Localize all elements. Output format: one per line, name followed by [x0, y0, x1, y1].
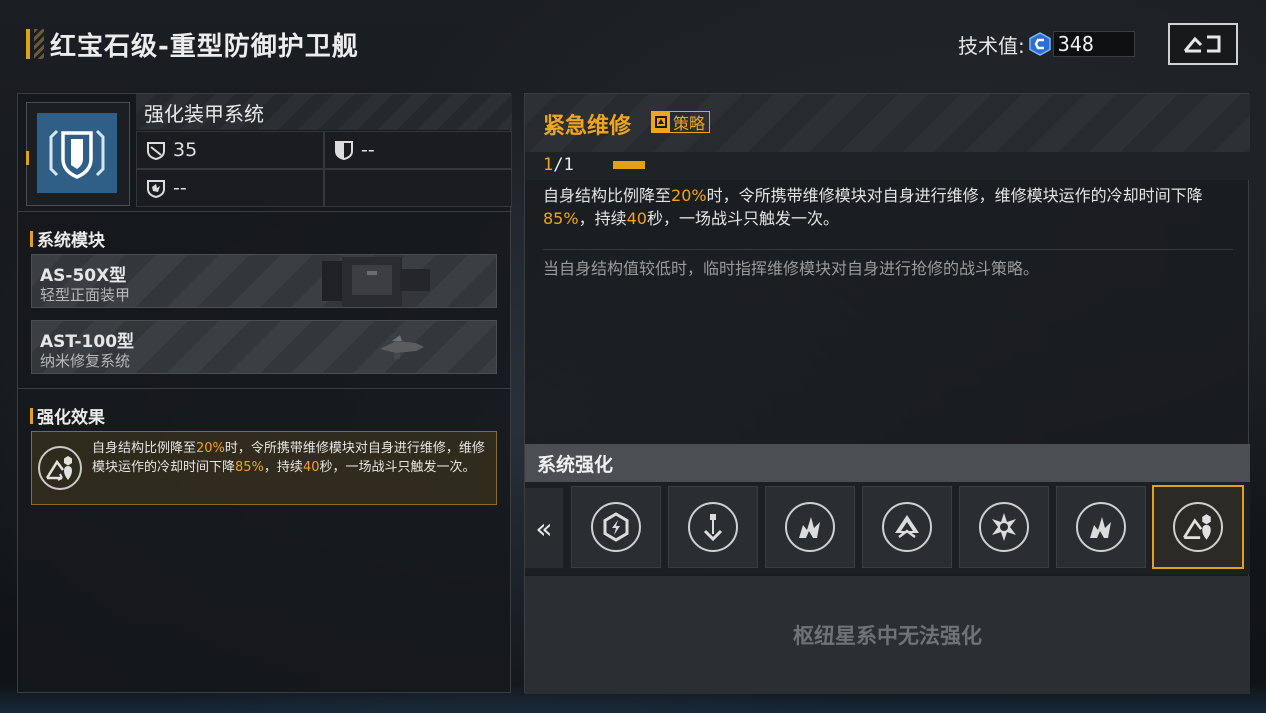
- enhance-title: 系统强化: [537, 453, 614, 476]
- level-current: 1: [543, 155, 554, 175]
- empty-stat: [324, 169, 512, 207]
- system-card: 强化装甲系统 35 -- --: [18, 94, 512, 212]
- enhance-slot[interactable]: [862, 486, 952, 568]
- skill-header: 紧急维修 策略: [525, 94, 1250, 152]
- effect-value: 85%: [235, 460, 264, 475]
- enhance-slot[interactable]: [959, 486, 1049, 568]
- effect-description: 自身结构比例降至20%时，令所携带维修模块对自身进行维修，维修模块运作的冷却时间…: [92, 439, 488, 477]
- tech-label: 技术值:: [958, 33, 1025, 58]
- armor-shield-icon: [37, 113, 117, 193]
- enhance-slot-strip: «: [525, 482, 1250, 574]
- tech-points-icon: [1029, 32, 1051, 56]
- scroll-left-button[interactable]: «: [525, 488, 563, 568]
- skill-value: 85%: [543, 209, 579, 228]
- enhance-slot[interactable]: [668, 486, 758, 568]
- burst-damage-icon: [785, 502, 835, 552]
- back-button[interactable]: [1168, 23, 1238, 65]
- system-panel: 强化装甲系统 35 -- -- 系统模块 AS-50X型 轻型正面装甲 AST-…: [17, 93, 512, 693]
- repair-drone-icon: [38, 446, 82, 490]
- module-item[interactable]: AST-100型 纳米修复系统: [31, 320, 497, 374]
- section-accent: [30, 230, 33, 247]
- skill-description: 自身结构比例降至20%时，令所携带维修模块对自身进行维修，维修模块运作的冷却时间…: [543, 184, 1239, 230]
- title-stripe: [34, 29, 44, 59]
- shield-stat: --: [136, 169, 324, 207]
- enhance-locked-message: 枢纽星系中无法强化: [793, 624, 982, 648]
- module-name: AST-100型: [40, 332, 135, 352]
- armor-stat-icon: [335, 141, 353, 161]
- effect-value: 20%: [196, 441, 225, 456]
- level-max: /1: [553, 155, 574, 175]
- structure-value: 35: [173, 139, 198, 161]
- enhance-locked-area: 枢纽星系中无法强化: [525, 576, 1250, 694]
- section-accent: [30, 407, 33, 424]
- shield-stat-icon: [147, 180, 165, 199]
- module-item[interactable]: AS-50X型 轻型正面装甲: [31, 254, 497, 308]
- armor-stat: --: [324, 131, 512, 169]
- section-divider: [18, 388, 512, 389]
- module-name: AS-50X型: [40, 266, 127, 286]
- skill-text: ，持续: [578, 209, 627, 228]
- effect-text: ，持续: [263, 460, 303, 475]
- modules-section-title: 系统模块: [30, 226, 105, 251]
- enhance-slot[interactable]: [571, 486, 661, 568]
- effect-card: 自身结构比例降至20%时，令所携带维修模块对自身进行维修，维修模块运作的冷却时间…: [31, 431, 497, 505]
- armor-value: --: [361, 139, 375, 161]
- description-divider: [543, 249, 1233, 250]
- selection-marker: [26, 151, 29, 165]
- skill-tag-label: 策略: [673, 114, 706, 133]
- enhance-slot-selected[interactable]: [1152, 485, 1244, 569]
- skill-title: 紧急维修: [543, 114, 632, 139]
- drill-down-icon: [688, 502, 738, 552]
- system-name-row: 强化装甲系统: [136, 94, 512, 130]
- tech-value: 348: [1057, 32, 1094, 56]
- star-burst-icon: [979, 502, 1029, 552]
- repair-drone-icon: [1173, 502, 1223, 552]
- skill-text: 秒，一场战斗只触发一次。: [646, 209, 839, 228]
- skill-flavor-text: 当自身结构值较低时，临时指挥维修模块对自身进行抢修的战斗策略。: [543, 259, 1040, 278]
- repair-drone-art: [380, 335, 424, 359]
- effect-title: 强化效果: [37, 408, 105, 428]
- tech-value-box: 348: [1052, 31, 1135, 57]
- delta-boost-icon: [882, 502, 932, 552]
- page-header: 红宝石级-重型防御护卫舰: [26, 26, 359, 62]
- enhance-slot[interactable]: [765, 486, 855, 568]
- shield-value: --: [173, 177, 187, 199]
- effect-section-title: 强化效果: [30, 403, 105, 428]
- skill-text: 自身结构比例降至: [543, 186, 672, 205]
- modules-title: 系统模块: [37, 231, 105, 251]
- skill-level-row: 1/1: [525, 152, 1250, 180]
- system-name: 强化装甲系统: [144, 101, 264, 126]
- skill-value: 40: [626, 209, 647, 228]
- skill-level: 1/1: [543, 155, 574, 175]
- return-icon: [1183, 35, 1221, 53]
- module-subtitle: 纳米修复系统: [40, 352, 131, 370]
- enhance-header: 系统强化: [525, 444, 1250, 482]
- title-accent-bar: [26, 29, 30, 59]
- skill-text: 时，令所携带维修模块对自身进行维修，维修模块运作的冷却时间下降: [706, 186, 1203, 205]
- skill-type-tag: 策略: [651, 111, 711, 133]
- module-subtitle: 轻型正面装甲: [40, 286, 131, 304]
- structure-stat: 35: [136, 131, 324, 169]
- effect-value: 40: [302, 460, 320, 475]
- enhance-slot[interactable]: [1056, 486, 1146, 568]
- skill-panel: 紧急维修 策略 1/1 自身结构比例降至20%时，令所携带维修模块对自身进行维修…: [524, 93, 1250, 694]
- skill-value: 20%: [671, 186, 707, 205]
- effect-text: 自身结构比例降至: [92, 441, 197, 456]
- strategy-icon: [652, 112, 670, 132]
- burst-damage-icon: [1076, 502, 1126, 552]
- page-title: 红宝石级-重型防御护卫舰: [50, 31, 359, 62]
- system-icon-frame[interactable]: [26, 102, 130, 206]
- armor-plate-art: [322, 257, 430, 307]
- structure-stat-icon: [147, 142, 165, 161]
- level-progress-bar: [613, 161, 645, 169]
- effect-text: 秒，一场战斗只触发一次。: [319, 460, 476, 475]
- tech-points-display: 技术值: 348: [958, 30, 1135, 58]
- hex-lightning-icon: [591, 502, 641, 552]
